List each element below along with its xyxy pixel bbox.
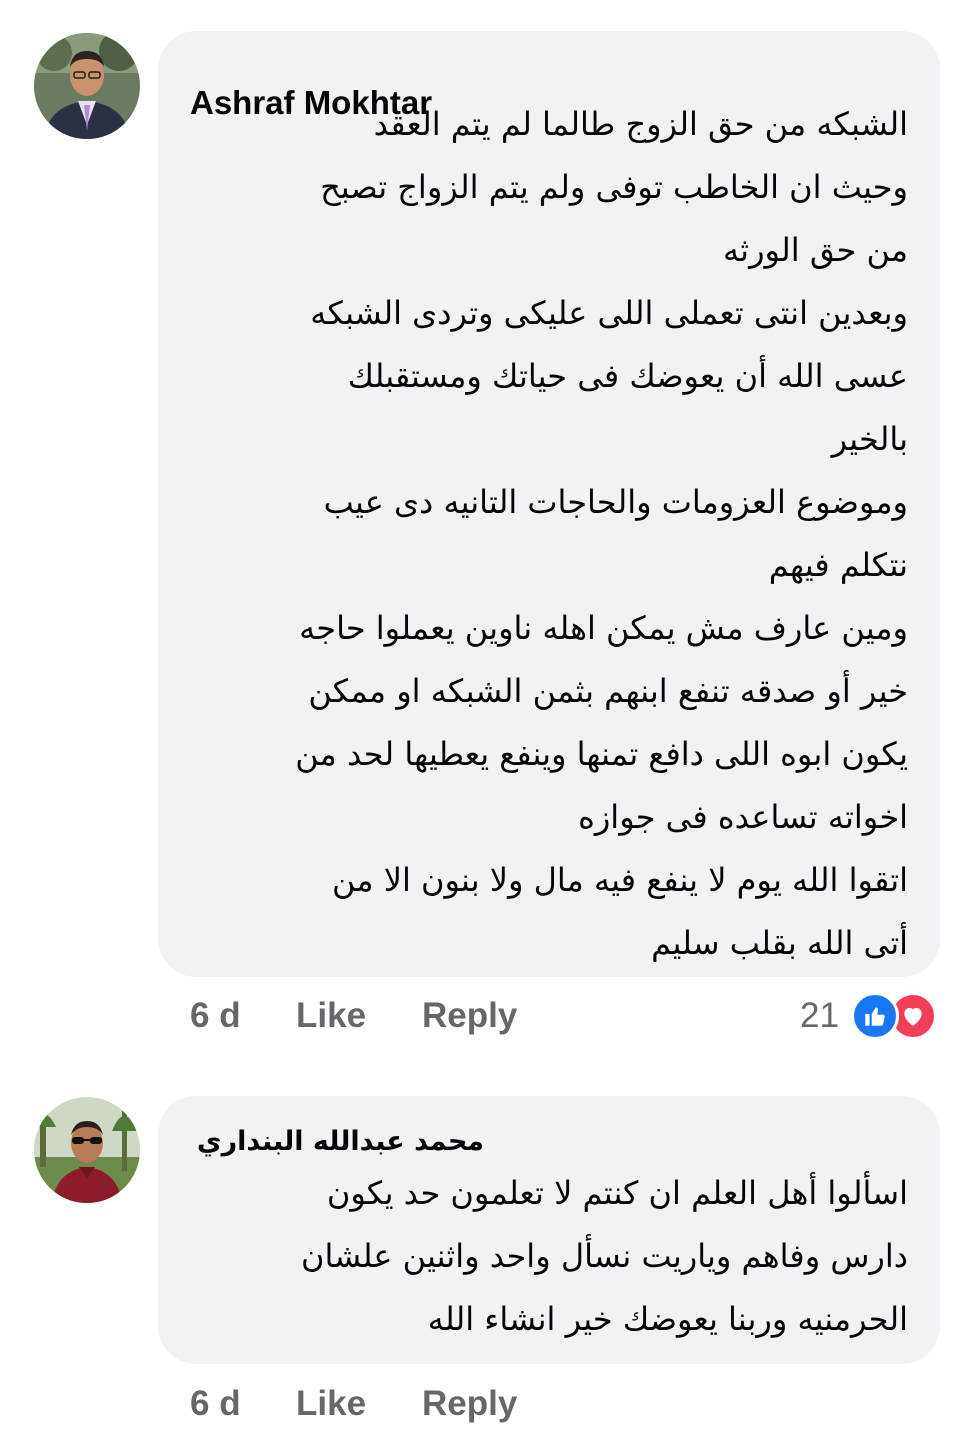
avatar[interactable] — [34, 1097, 140, 1203]
like-reaction-icon — [850, 992, 899, 1040]
comment-text-line: وبعدين انتى تعملى اللى عليكى وتردى الشبك… — [310, 294, 908, 332]
comment-bubble: محمد عبدالله البنداري اسألوا أهل العلم ا… — [158, 1096, 940, 1364]
comment-text-line: اتقوا الله يوم لا ينفع فيه مال ولا بنون … — [332, 861, 908, 899]
comment-text-line: الحرمنيه وربنا يعوضك خير انشاء الله — [427, 1300, 908, 1338]
user-avatar-photo-icon — [34, 33, 140, 139]
comment-timestamp[interactable]: 6 d — [190, 996, 296, 1036]
comment-text-line: من حق الورثه — [723, 231, 908, 269]
comment-text-line: ومين عارف مش يمكن اهله ناوين يعملوا حاجه — [299, 609, 908, 647]
comment-text-line: وموضوع العزومات والحاجات التانيه دى عيب — [323, 483, 908, 521]
like-button[interactable]: Like — [296, 1384, 422, 1424]
comment-author[interactable]: محمد عبدالله البنداري — [197, 1124, 484, 1160]
reply-button[interactable]: Reply — [422, 996, 517, 1036]
reaction-count: 21 — [800, 996, 839, 1035]
reply-button[interactable]: Reply — [422, 1384, 517, 1424]
comment-text-line: يكون ابوه اللى دافع تمنها وينفع يعطيها ل… — [295, 735, 908, 773]
comment-bubble: Ashraf Mokhtar الشبكه من حق الزوج طالما … — [158, 31, 940, 977]
avatar[interactable] — [34, 33, 140, 139]
comment-text-line: اخواته تساعده فى جوازه — [578, 798, 908, 836]
comment-text-line: عسى الله أن يعوضك فى حياتك ومستقبلك — [347, 357, 908, 395]
comment-actions: 6 d Like Reply — [190, 996, 517, 1036]
user-avatar-photo-icon — [34, 1097, 140, 1203]
comment-text-line: دارس وفاهم وياريت نسأل واحد واثنين علشان — [300, 1237, 908, 1275]
comment-text-line: أتى الله بقلب سليم — [651, 924, 908, 962]
comment-text-line: بالخير — [831, 420, 908, 458]
reactions-summary[interactable]: 21 — [800, 992, 937, 1040]
comment-text: اسألوا أهل العلم ان كنتم لا تعلمون حد يك… — [301, 1162, 908, 1351]
comment-text-line: الشبكه من حق الزوج طالما لم يتم العقد — [373, 105, 908, 143]
comment-actions: 6 d Like Reply — [190, 1384, 517, 1424]
comment-text-line: نتكلم فيهم — [768, 546, 908, 584]
comment-text-line: اسألوا أهل العلم ان كنتم لا تعلمون حد يك… — [326, 1174, 908, 1212]
comment-text: الشبكه من حق الزوج طالما لم يتم العقد وح… — [295, 93, 908, 975]
comments-thread: Ashraf Mokhtar الشبكه من حق الزوج طالما … — [0, 0, 973, 1440]
comment-text-line: خير أو صدقه تنفع ابنهم بثمن الشبكه او مم… — [308, 672, 908, 710]
like-button[interactable]: Like — [296, 996, 422, 1036]
comment-timestamp[interactable]: 6 d — [190, 1384, 296, 1424]
comment-text-line: وحيث ان الخاطب توفى ولم يتم الزواج تصبح — [320, 168, 908, 206]
